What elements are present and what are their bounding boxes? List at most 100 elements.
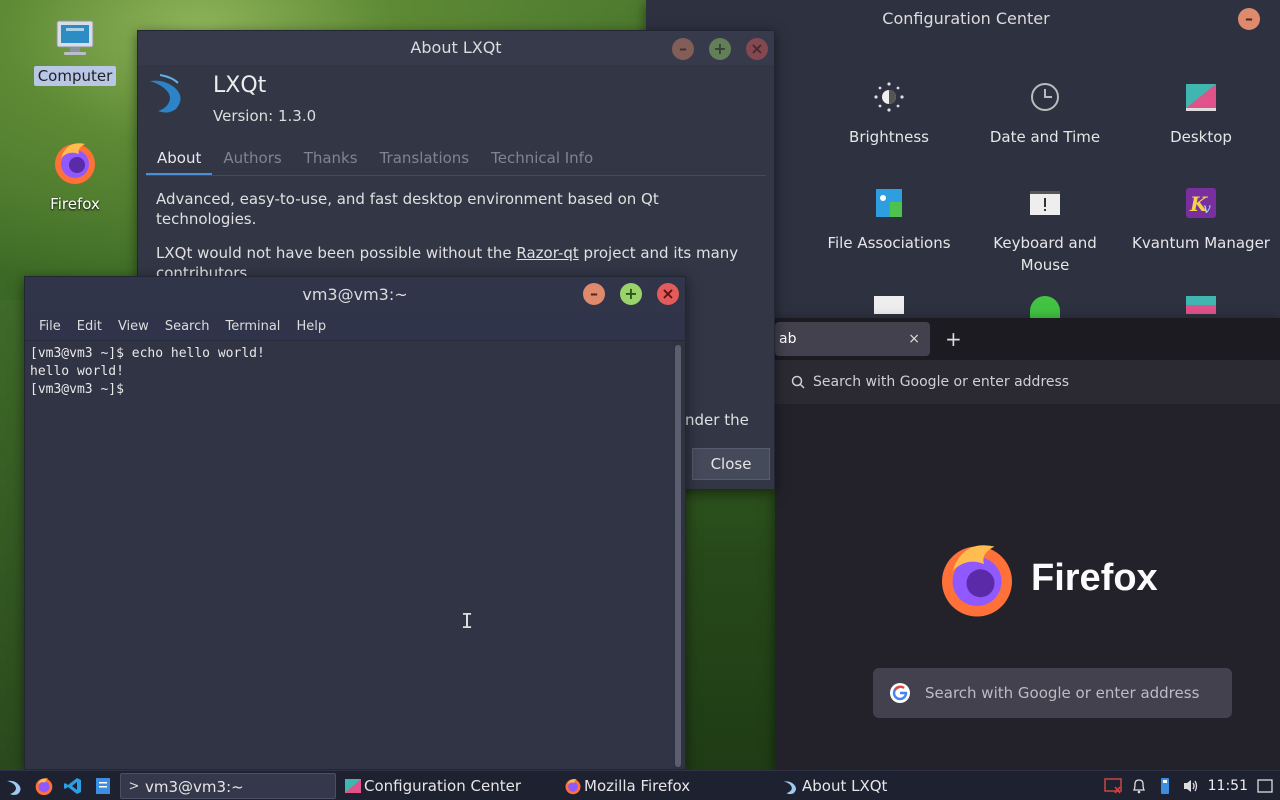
terminal-window: vm3@vm3:~ – + × File Edit View Search Te… — [24, 276, 686, 770]
config-item-brightness[interactable]: Brightness — [814, 80, 964, 148]
terminal-scrollbar[interactable] — [675, 345, 681, 767]
task-config-center[interactable]: Configuration Center — [340, 773, 550, 799]
tab-divider — [146, 175, 766, 176]
task-firefox[interactable]: Mozilla Firefox — [560, 773, 770, 799]
firefox-icon — [565, 778, 581, 795]
system-tray: 11:51 — [1103, 771, 1280, 800]
terminal-output[interactable]: [vm3@vm3 ~]$ echo hello world! hello worl… — [25, 341, 673, 769]
vscode-launcher-icon[interactable] — [63, 776, 83, 796]
tab-technical-info[interactable]: Technical Info — [480, 143, 604, 175]
window-title: About LXQt — [410, 38, 502, 57]
terminal-titlebar[interactable]: vm3@vm3:~ – + × — [25, 277, 685, 313]
config-item-file-associations[interactable]: File Associations — [814, 186, 964, 254]
menu-file[interactable]: File — [31, 313, 69, 340]
desktop-icon-firefox[interactable]: Firefox — [30, 138, 120, 214]
firefox-window: ab × + Search with Google or enter addre… — [775, 318, 1280, 770]
razor-qt-link[interactable]: Razor-qt — [516, 244, 578, 262]
menu-terminal[interactable]: Terminal — [217, 313, 288, 340]
config-item-keyboard-mouse[interactable]: Keyboard and Mouse — [970, 186, 1120, 276]
tab-translations[interactable]: Translations — [369, 143, 481, 175]
minimize-button[interactable]: – — [672, 38, 694, 60]
clock-icon — [1031, 83, 1059, 111]
file-associations-icon — [876, 189, 902, 217]
search-icon — [791, 375, 805, 389]
config-item-label: Desktop — [1170, 128, 1232, 146]
firefox-launcher-icon[interactable] — [34, 776, 54, 796]
window-title: Configuration Center — [882, 9, 1050, 28]
file-manager-icon[interactable] — [93, 776, 113, 796]
address-placeholder: Search with Google or enter address — [813, 374, 1070, 390]
menu-help[interactable]: Help — [288, 313, 334, 340]
kvantum-icon: K v — [1186, 188, 1216, 218]
task-label: Mozilla Firefox — [584, 777, 691, 795]
computer-icon — [56, 20, 94, 55]
tab-thanks[interactable]: Thanks — [293, 143, 369, 175]
minimize-button[interactable]: – — [1238, 8, 1260, 30]
terminal-menubar: File Edit View Search Terminal Help — [25, 313, 685, 341]
about-header: LXQt Version: 1.3.0 — [138, 65, 774, 153]
new-tab-button[interactable]: + — [945, 322, 962, 356]
menu-search[interactable]: Search — [157, 313, 218, 340]
newtab-search-input[interactable]: Search with Google or enter address — [873, 668, 1232, 718]
notification-bell-icon[interactable] — [1130, 777, 1148, 795]
desktop-icon-label: Firefox — [50, 195, 100, 213]
menu-edit[interactable]: Edit — [69, 313, 110, 340]
desktop-icon-label: Computer — [33, 66, 117, 86]
about-titlebar[interactable]: About LXQt – + × — [138, 31, 774, 65]
maximize-button[interactable]: + — [620, 283, 642, 305]
show-desktop-icon[interactable] — [1256, 777, 1274, 795]
config-item-desktop[interactable]: Desktop — [1126, 80, 1276, 148]
tab-authors[interactable]: Authors — [212, 143, 292, 175]
minimize-button[interactable]: – — [583, 283, 605, 305]
tab-close-icon[interactable]: × — [908, 322, 920, 356]
desktop-icon-computer[interactable]: Computer — [30, 18, 120, 86]
terminal-line: hello world! — [30, 364, 124, 379]
desktop-icon — [1186, 84, 1216, 111]
terminal-icon: > — [128, 779, 140, 794]
window-title: vm3@vm3:~ — [302, 285, 408, 304]
firefox-tab-bar: ab × + — [775, 318, 1280, 360]
config-item-partial-icon — [874, 296, 904, 314]
svg-text:v: v — [1203, 201, 1211, 217]
brightness-icon — [874, 82, 904, 112]
close-window-button[interactable]: × — [746, 38, 768, 60]
taskbar: > vm3@vm3:~ Configuration Center Mozilla… — [0, 770, 1280, 800]
google-icon — [890, 683, 910, 703]
lxqt-icon — [783, 781, 796, 795]
text-cursor-icon: I — [461, 609, 474, 633]
task-label: vm3@vm3:~ — [145, 778, 244, 796]
config-item-partial-icon — [1186, 296, 1216, 314]
removable-drive-icon[interactable] — [1156, 777, 1174, 795]
firefox-logo: Firefox — [935, 536, 1158, 620]
tab-about[interactable]: About — [146, 143, 213, 175]
config-item-label: File Associations — [827, 234, 951, 252]
config-item-label: Brightness — [849, 128, 929, 146]
firefox-tab[interactable]: ab × — [775, 322, 930, 356]
config-item-label: Kvantum Manager — [1132, 234, 1270, 252]
app-name: LXQt — [213, 73, 267, 98]
maximize-button[interactable]: + — [709, 38, 731, 60]
task-terminal[interactable]: > vm3@vm3:~ — [120, 773, 336, 799]
address-bar[interactable]: Search with Google or enter address — [781, 366, 1280, 398]
firefox-icon — [942, 545, 1012, 617]
close-window-button[interactable]: × — [657, 283, 679, 305]
volume-icon[interactable] — [1182, 777, 1200, 795]
task-label: About LXQt — [802, 777, 888, 795]
config-item-kvantum[interactable]: K v Kvantum Manager — [1126, 186, 1276, 254]
network-icon[interactable] — [1103, 777, 1122, 795]
menu-view[interactable]: View — [110, 313, 157, 340]
task-about-lxqt[interactable]: About LXQt — [778, 773, 978, 799]
credits-text: LXQt would not have been possible withou… — [156, 244, 517, 262]
firefox-toolbar: Search with Google or enter address — [775, 360, 1280, 404]
close-button[interactable]: Close — [692, 448, 770, 480]
config-item-date-time[interactable]: Date and Time — [970, 80, 1120, 148]
lxqt-menu-icon[interactable] — [5, 776, 25, 796]
terminal-line: [vm3@vm3 ~]$ echo hello world! — [30, 346, 265, 361]
terminal-line: [vm3@vm3 ~]$ — [30, 382, 124, 397]
search-placeholder: Search with Google or enter address — [925, 684, 1200, 702]
tab-label: ab — [779, 331, 797, 347]
lxqt-logo-icon — [150, 74, 181, 113]
power-icon — [1030, 296, 1060, 318]
clock[interactable]: 11:51 — [1208, 778, 1248, 794]
license-text-fragment: nder the — [685, 411, 749, 429]
